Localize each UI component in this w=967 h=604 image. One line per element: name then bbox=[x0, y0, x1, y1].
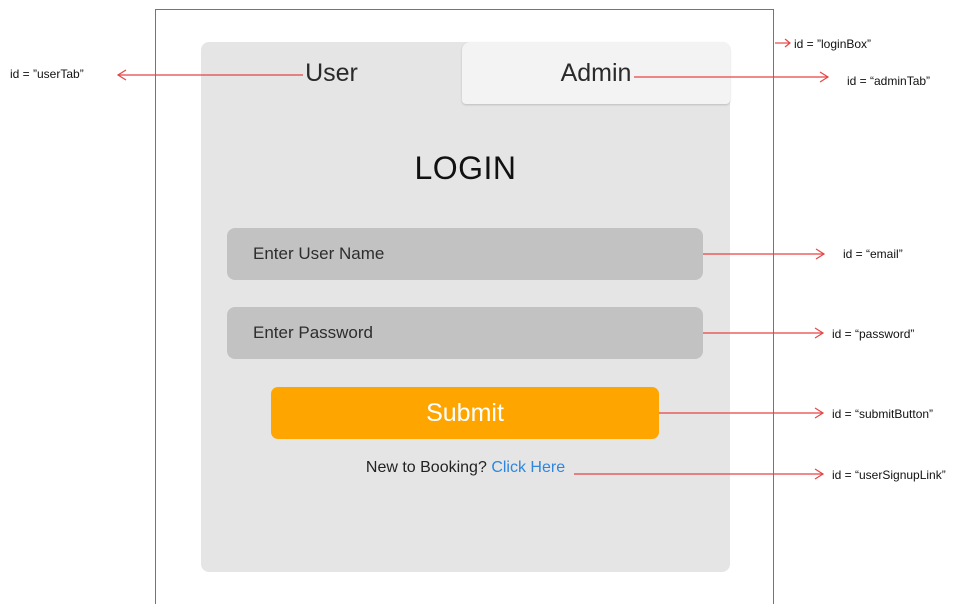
annotation-submit-button: id = “submitButton” bbox=[832, 407, 934, 421]
annotation-admin-tab: id = “adminTab” bbox=[847, 74, 931, 88]
annotation-email: id = “email” bbox=[843, 247, 903, 261]
annotation-arrows bbox=[116, 38, 830, 480]
annotation-password: id = “password” bbox=[832, 327, 915, 341]
annotation-user-signup-link: id = “userSignupLink” bbox=[832, 468, 946, 482]
annotation-login-box: id = ”loginBox” bbox=[794, 37, 872, 51]
annotation-user-tab: id = ”userTab” bbox=[10, 67, 84, 81]
